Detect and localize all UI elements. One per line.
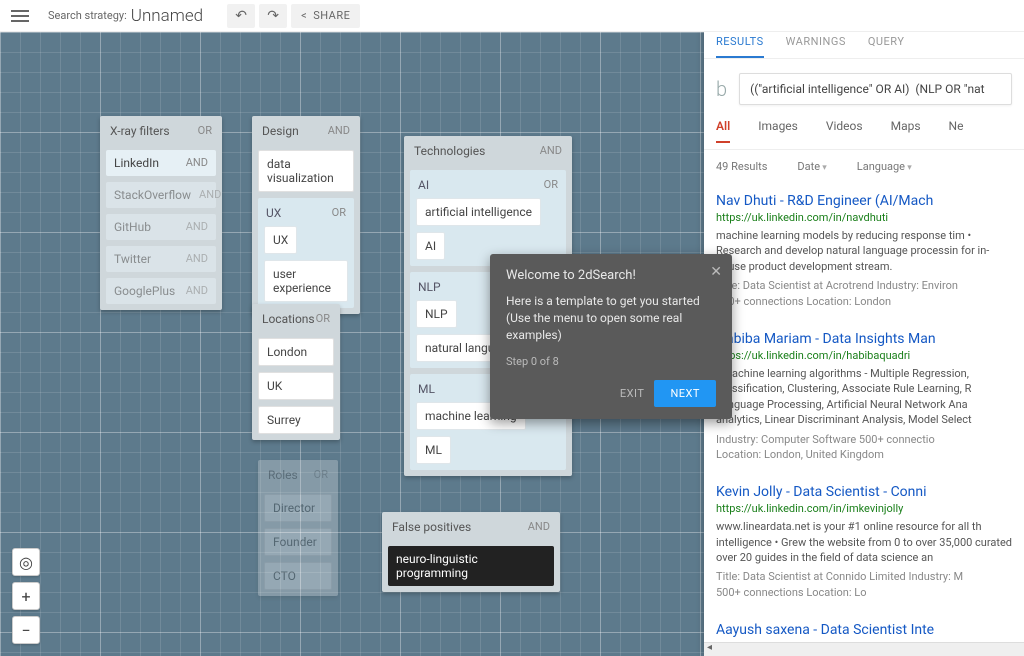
panel-tabs: RESULTS WARNINGS QUERY: [704, 29, 1024, 59]
result-url[interactable]: https://uk.linkedin.com/in/imkevinjolly: [716, 502, 1012, 515]
subtab-maps[interactable]: Maps: [891, 119, 921, 143]
chip-linkedin[interactable]: LinkedInAND: [106, 150, 216, 176]
filter-date[interactable]: Date: [797, 160, 826, 173]
subtab-videos[interactable]: Videos: [826, 119, 863, 143]
node-title: Locations: [262, 312, 315, 326]
chip-cto[interactable]: CTO: [264, 562, 332, 590]
result-item: Nav Dhuti - R&D Engineer (AI/Mach https:…: [716, 183, 1012, 321]
result-url[interactable]: https://uk.linkedin.com/in/navdhuti: [716, 211, 1012, 224]
side-panel: Search Engine: Bing ▼ RESULTS WARNINGS Q…: [704, 0, 1024, 656]
subtab-all[interactable]: All: [716, 119, 730, 143]
result-filters: 49 Results Date Language: [704, 150, 1024, 183]
tab-warnings[interactable]: WARNINGS: [786, 35, 846, 58]
result-meta: Title: Data Scientist at Connido Limited…: [716, 569, 1012, 600]
redo-button[interactable]: ↷: [259, 4, 287, 28]
result-snippet: • Machine learning algorithms - Multiple…: [716, 366, 1012, 428]
result-item: Kevin Jolly - Data Scientist - Conni htt…: [716, 474, 1012, 612]
chip-github[interactable]: GitHubAND: [106, 214, 216, 240]
hamburger-menu-icon[interactable]: [8, 4, 32, 28]
operator-label: AND: [328, 124, 350, 138]
share-button[interactable]: <SHARE: [291, 4, 360, 28]
subtab-images[interactable]: Images: [758, 119, 798, 143]
strategy-label: Search strategy:: [48, 9, 127, 22]
tour-body: Here is a template to get you started (U…: [506, 293, 716, 343]
chip-director[interactable]: Director: [264, 494, 332, 522]
undo-button[interactable]: ↶: [227, 4, 255, 28]
operator-label: OR: [198, 124, 212, 138]
result-title[interactable]: Nav Dhuti - R&D Engineer (AI/Mach: [716, 193, 1012, 209]
result-meta: Title: Data Scientist at Acrotrend Indus…: [716, 278, 1012, 309]
node-title: X-ray filters: [110, 124, 170, 138]
tour-title: Welcome to 2dSearch!: [506, 268, 716, 283]
chip-googleplus[interactable]: GooglePlusAND: [106, 278, 216, 304]
share-icon: <: [301, 9, 307, 22]
chip-stackoverflow[interactable]: StackOverflowAND: [106, 182, 216, 208]
tour-step: Step 0 of 8: [506, 355, 716, 368]
result-snippet: machine learning models by reducing resp…: [716, 228, 1012, 274]
tab-results[interactable]: RESULTS: [716, 35, 764, 58]
query-input[interactable]: [739, 73, 1012, 105]
node-xray-filters[interactable]: X-ray filters OR LinkedInAND StackOverflo…: [100, 116, 222, 310]
topbar: Search strategy: Unnamed ↶ ↷ <SHARE: [0, 0, 1024, 32]
result-title[interactable]: Kevin Jolly - Data Scientist - Conni: [716, 484, 1012, 500]
chip-twitter[interactable]: TwitterAND: [106, 246, 216, 272]
node-false-positives[interactable]: False positives AND neuro-linguistic prog…: [382, 512, 560, 592]
chip-ux[interactable]: UX: [264, 226, 297, 254]
chip-nlp[interactable]: NLP: [416, 300, 457, 328]
zoom-in-button[interactable]: +: [12, 582, 40, 610]
chip-ml[interactable]: ML: [416, 436, 451, 464]
tour-popup: ✕ Welcome to 2dSearch! Here is a templat…: [490, 254, 732, 419]
result-url[interactable]: https://uk.linkedin.com/in/habibaquadri: [716, 349, 1012, 362]
close-icon[interactable]: ✕: [710, 264, 722, 280]
chip-data-visualization[interactable]: data visualization: [258, 150, 354, 192]
subgroup-ai[interactable]: AIOR artificial intelligence AI: [410, 170, 566, 266]
horizontal-scrollbar[interactable]: [704, 642, 1024, 656]
operator-label: AND: [540, 144, 562, 158]
node-roles[interactable]: RolesOR Director Founder CTO: [258, 460, 338, 596]
chip-neuro-linguistic[interactable]: neuro-linguistic programming: [388, 546, 554, 586]
result-title[interactable]: Aayush saxena - Data Scientist Inte: [716, 622, 1012, 638]
tab-query[interactable]: QUERY: [868, 35, 905, 58]
result-type-tabs: All Images Videos Maps Ne: [704, 119, 1024, 150]
strategy-name[interactable]: Unnamed: [131, 6, 203, 26]
node-title: Technologies: [414, 144, 485, 158]
tour-exit-button[interactable]: EXIT: [620, 387, 645, 400]
result-title[interactable]: Habiba Mariam - Data Insights Man: [716, 331, 1012, 347]
operator-label: OR: [316, 312, 330, 326]
result-meta: Industry: Computer Software 500+ connect…: [716, 432, 1012, 463]
node-title: Design: [262, 124, 299, 138]
subtab-news[interactable]: Ne: [949, 119, 964, 143]
chip-artificial-intelligence[interactable]: artificial intelligence: [416, 198, 541, 226]
bing-logo-icon: b: [716, 77, 727, 101]
zoom-controls: ◎ + −: [12, 548, 40, 644]
filter-language[interactable]: Language: [857, 160, 912, 173]
tour-next-button[interactable]: NEXT: [654, 380, 716, 407]
operator-label: AND: [528, 520, 550, 534]
result-item: Habiba Mariam - Data Insights Man https:…: [716, 321, 1012, 474]
locate-button[interactable]: ◎: [12, 548, 40, 576]
result-count: 49 Results: [716, 160, 767, 173]
chip-surrey[interactable]: Surrey: [258, 406, 334, 434]
zoom-out-button[interactable]: −: [12, 616, 40, 644]
chip-ai[interactable]: AI: [416, 232, 445, 260]
chip-founder[interactable]: Founder: [264, 528, 332, 556]
node-design[interactable]: Design AND data visualization UXOR UX use…: [252, 116, 360, 314]
chip-london[interactable]: London: [258, 338, 334, 366]
results-list[interactable]: Nav Dhuti - R&D Engineer (AI/Mach https:…: [704, 183, 1024, 656]
subgroup-ux[interactable]: UXOR UX user experience: [258, 198, 354, 308]
node-title: Roles: [268, 468, 298, 482]
result-snippet: www.lineardata.net is your #1 online res…: [716, 519, 1012, 565]
chip-user-experience[interactable]: user experience: [264, 260, 348, 302]
node-title: False positives: [392, 520, 471, 534]
chip-uk[interactable]: UK: [258, 372, 334, 400]
node-locations[interactable]: LocationsOR London UK Surrey: [252, 304, 340, 440]
